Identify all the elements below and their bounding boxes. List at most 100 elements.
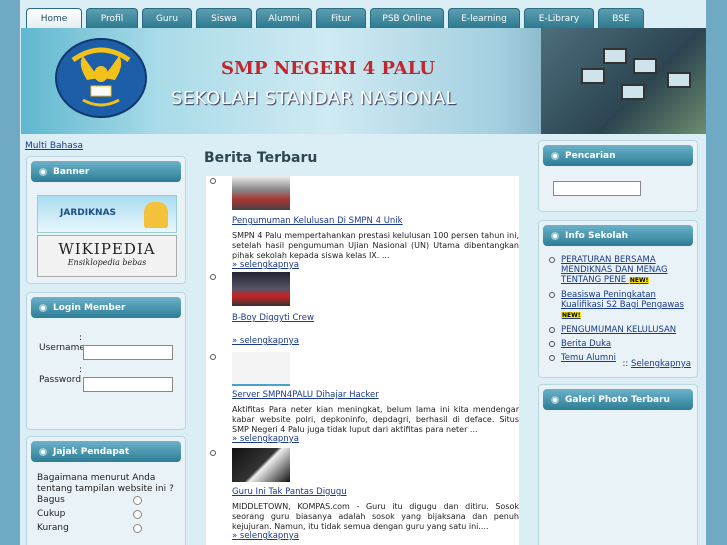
bullet-icon [551,231,559,240]
news-thumbnail[interactable] [232,352,290,386]
poll-radio-kurang[interactable] [133,524,142,533]
tab-bse[interactable]: BSE [598,8,644,28]
news-title-link[interactable]: B-Boy Diggyti Crew [232,313,314,323]
bullet-icon [39,447,47,456]
list-bullet-icon [210,450,216,456]
news-title-link[interactable]: Guru Ini Tak Pantas Digugu [232,487,347,497]
poll-option-label: Kurang [37,523,69,533]
wikipedia-banner[interactable]: WIKIPEDIA Ensiklopedia bebas [37,235,177,277]
read-more-link[interactable]: » selengkapnya [232,260,299,270]
bullet-icon [39,303,47,312]
password-input[interactable] [83,377,173,392]
bullet-icon [551,151,559,160]
search-box-title: Pencarian [565,150,616,161]
list-bullet-icon [210,354,216,360]
poll-option-label: Bagus [37,495,65,505]
info-item-text[interactable]: Beasiswa Peningkatan Kualifikasi S2 Bagi… [561,290,684,310]
username-input[interactable] [83,345,173,360]
tut-wuri-handayani-logo [55,38,147,118]
poll-question: Bagaimana menurut Anda tentang tampilan … [37,473,174,494]
news-excerpt: MIDDLETOWN, KOMPAS.com - Guru itu digugu… [232,502,519,531]
password-colon: : [79,365,83,375]
info-sekolah-box: Info Sekolah PERATURAN BERSAMA MENDIKNAS… [538,220,698,378]
news-thumbnail[interactable] [232,448,290,482]
wikipedia-text: WIKIPEDIA [58,240,156,258]
tab-fitur[interactable]: Fitur [316,8,366,28]
new-badge: NEW! [628,277,650,284]
info-item-text[interactable]: PERATURAN BERSAMA MENDIKNAS DAN MENAG TE… [561,255,668,285]
login-box: Login Member : Username : Password [26,292,186,430]
banner-box-header: Banner [31,161,181,182]
login-box-title: Login Member [53,302,126,313]
news-section-title: Berita Terbaru [204,150,318,166]
news-title-link[interactable]: Server SMPN4PALU Dihajar Hacker [232,390,379,400]
computer-lab-photo [541,28,706,134]
cartoon-figure-icon [144,202,168,228]
info-item[interactable]: Berita Duka [549,339,699,349]
banner-box-title: Banner [53,166,90,177]
poll-option-label: Cukup [37,509,66,519]
search-input[interactable] [553,181,641,196]
news-title-link[interactable]: Pengumuman Kelulusan Di SMPN 4 Unik [232,216,403,226]
poll-box: Jajak Pendapat Bagaimana menurut Anda te… [26,436,186,545]
list-bullet-icon [210,178,216,184]
gallery-box-title: Galeri Photo Terbaru [565,394,670,405]
tab-guru[interactable]: Guru [142,8,192,28]
gallery-box-header: Galeri Photo Terbaru [543,389,693,410]
bullet-icon [39,167,47,176]
login-box-header: Login Member [31,297,181,318]
school-name: SMP NEGERI 4 PALU [221,58,435,79]
tab-profil[interactable]: Profil [86,8,138,28]
read-more-link[interactable]: » selengkapnya [232,531,299,541]
tab-e-learning[interactable]: E-learning [448,8,520,28]
main-nav: Home Profil Guru Siswa Alumni Fitur PSB … [26,8,644,28]
news-excerpt: Aktifitas Para neter kian meningkat, bel… [232,405,519,434]
tab-e-library[interactable]: E-Library [524,8,594,28]
monitor-shape [621,84,645,100]
poll-box-header: Jajak Pendapat [31,441,181,462]
new-badge: NEW! [561,312,582,319]
monitor-shape [667,72,691,88]
monitor-shape [581,68,605,84]
poll-radio-bagus[interactable] [133,496,142,505]
news-excerpt: SMPN 4 Palu mempertahankan prestasi kelu… [232,231,519,260]
read-more-link[interactable]: » selengkapnya [232,434,299,444]
info-item[interactable]: Beasiswa Peningkatan Kualifikasi S2 Bagi… [549,290,699,321]
news-list: Pengumuman Kelulusan Di SMPN 4 Unik SMPN… [206,176,519,545]
news-thumbnail[interactable] [232,176,290,210]
info-more: :: Selengkapnya [623,359,691,369]
header-banner: SMP NEGERI 4 PALU SEKOLAH STANDAR NASION… [21,28,706,134]
tab-psb-online[interactable]: PSB Online [370,8,444,28]
tab-home[interactable]: Home [26,8,82,28]
bullet-icon [551,395,559,404]
info-sekolah-header: Info Sekolah [543,225,693,246]
search-box: Pencarian [538,140,698,212]
info-item[interactable]: PENGUMUMAN KELULUSAN [549,325,699,335]
info-item[interactable]: PERATURAN BERSAMA MENDIKNAS DAN MENAG TE… [549,255,699,286]
jardiknas-text: JARDIKNAS [60,208,117,218]
info-more-prefix: :: [622,359,629,369]
tab-siswa[interactable]: Siswa [196,8,252,28]
monitor-shape [633,58,657,74]
read-more-link[interactable]: » selengkapnya [232,336,299,346]
info-list: PERATURAN BERSAMA MENDIKNAS DAN MENAG TE… [549,255,699,367]
username-label: Username [39,343,85,353]
search-box-header: Pencarian [543,145,693,166]
info-sekolah-title: Info Sekolah [565,230,629,241]
page: Home Profil Guru Siswa Alumni Fitur PSB … [20,0,706,545]
monitor-shape [603,48,627,64]
list-bullet-icon [210,274,216,280]
poll-radio-cukup[interactable] [133,510,142,519]
multi-bahasa-link[interactable]: Multi Bahasa [25,141,83,151]
wikipedia-subtext: Ensiklopedia bebas [67,258,147,267]
password-label: Password [39,375,82,385]
school-subtitle: SEKOLAH STANDAR NASIONAL [171,88,457,109]
jardiknas-banner[interactable]: JARDIKNAS [37,195,177,233]
poll-box-title: Jajak Pendapat [53,446,130,457]
tab-alumni[interactable]: Alumni [256,8,312,28]
info-more-link[interactable]: Selengkapnya [631,359,691,369]
username-colon: : [79,333,83,343]
news-thumbnail[interactable] [232,272,290,306]
gallery-box: Galeri Photo Terbaru [538,384,698,545]
banner-box: Banner JARDIKNAS WIKIPEDIA Ensiklopedia … [26,156,186,284]
